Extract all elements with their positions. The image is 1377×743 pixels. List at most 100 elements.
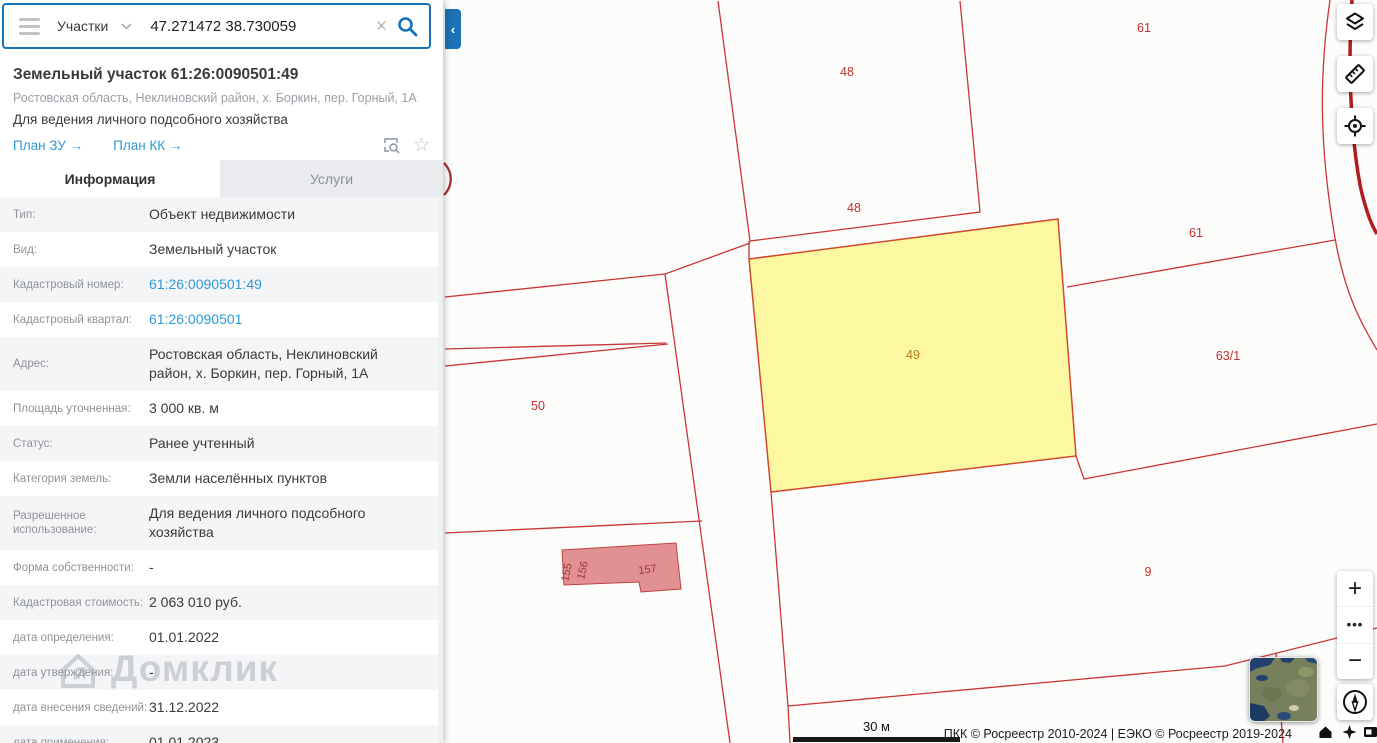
layers-button[interactable] [1337, 4, 1373, 40]
scale-bar [793, 737, 960, 742]
parcel-number-label: 48 [847, 201, 861, 215]
info-row: Категория земель: Земли населённых пункто… [0, 461, 443, 496]
layers-icon [1346, 12, 1364, 30]
info-row-label: Форма собственности: [13, 561, 134, 574]
collapse-arrow-icon: ‹ [450, 21, 456, 37]
info-row-label: Кадастровый квартал: [13, 313, 132, 326]
fullscreen-icon [1364, 727, 1377, 737]
info-row-value-link[interactable]: 61:26:0090501:49 [149, 275, 430, 294]
info-row: Тип: Объект недвижимости [0, 197, 443, 232]
tab-bar: Информация Услуги [0, 160, 443, 197]
info-row: дата утверждения: - [0, 655, 443, 690]
zoom-menu-button[interactable]: ••• [1337, 606, 1373, 642]
info-row: Площадь уточненная: 3 000 кв. м [0, 391, 443, 426]
ruler-icon [1345, 64, 1365, 84]
compass-button[interactable] [1337, 684, 1373, 720]
parcel-number-label: 48 [840, 65, 854, 79]
locate-button[interactable] [1342, 725, 1357, 739]
info-row: дата внесения сведений: 31.12.2022 [0, 690, 443, 725]
info-row-label: дата определения: [13, 631, 114, 644]
info-sidebar: Участки × Земельный участок 61:26:009050… [0, 0, 443, 743]
info-row-value: 01.01.2022 [149, 629, 220, 645]
object-usage: Для ведения личного подсобного хозяйства [13, 112, 288, 127]
info-row-value: Ростовская область, Неклиновский район, … [149, 346, 378, 381]
object-summary: Земельный участок 61:26:0090501:49 Росто… [0, 55, 443, 155]
info-row-value: 2 063 010 руб. [149, 594, 242, 610]
info-row-value-link[interactable]: 61:26:0090501 [149, 310, 430, 329]
app-window: 48 61 48 61 49 63/1 50 9 155 156 157 + •… [0, 0, 1377, 743]
info-row-value: Для ведения личного подсобного хозяйства [149, 505, 366, 540]
sidebar-collapse-button[interactable]: ‹ [445, 9, 461, 49]
menu-icon[interactable] [19, 14, 40, 39]
info-row-label: Кадастровая стоимость: [13, 596, 144, 609]
info-row-value: Объект недвижимости [149, 206, 296, 222]
tab-services[interactable]: Услуги [220, 160, 443, 197]
search-input[interactable] [148, 16, 349, 36]
overview-minimap[interactable] [1249, 657, 1318, 722]
clear-search-icon[interactable]: × [372, 17, 391, 36]
home-icon [1319, 726, 1332, 738]
parcel-number-label: 49 [906, 348, 920, 362]
info-row-label: дата применения: [13, 736, 109, 743]
position-target-icon [1344, 115, 1366, 137]
info-row: дата определения: 01.01.2022 [0, 620, 443, 655]
info-row: дата применения: 01.01.2023 [0, 725, 443, 743]
parcel-number-label: 63/1 [1216, 349, 1240, 363]
favorite-star-icon[interactable]: ☆ [413, 136, 430, 155]
zoom-in-button[interactable]: + [1337, 571, 1373, 606]
info-row-label: Категория земель: [13, 472, 112, 485]
info-row-label: Адрес: [13, 358, 50, 370]
info-row-label: дата утверждения: [13, 666, 114, 679]
scale-label: 30 м [862, 719, 890, 734]
info-row-value: 3 000 кв. м [149, 400, 219, 416]
search-category-select[interactable]: Участки [57, 18, 108, 34]
info-row: Адрес: Ростовская область, Неклиновский р… [0, 337, 443, 391]
chevron-down-icon[interactable] [121, 22, 132, 30]
tab-information[interactable]: Информация [0, 160, 220, 197]
info-row-label: Площадь уточненная: [13, 402, 131, 415]
home-button[interactable] [1318, 725, 1333, 739]
sidebar-scrollbar[interactable] [438, 197, 443, 743]
info-row-value: Ранее учтенный [149, 435, 255, 451]
zoom-control: + ••• − [1337, 571, 1373, 679]
parcel-number-label: 50 [531, 399, 545, 413]
info-row-label: дата внесения сведений: [13, 701, 148, 714]
object-title: Земельный участок 61:26:0090501:49 [13, 66, 299, 83]
info-row-value: Земли населённых пунктов [149, 470, 328, 486]
crosshair-icon [1342, 725, 1357, 739]
plan-links-row: План ЗУ → План КК → ☆ [13, 136, 430, 155]
zoom-out-button[interactable]: − [1337, 642, 1373, 679]
parcel-number-label: 9 [1145, 565, 1152, 579]
info-row: Кадастровый номер: 61:26:0090501:49 [0, 267, 443, 302]
minimap-satellite-image [1250, 658, 1317, 721]
parcel-number-label: 61 [1137, 21, 1151, 35]
info-row-value: 31.12.2022 [149, 699, 220, 715]
compass-icon [1343, 690, 1367, 714]
plan-zu-link[interactable]: План ЗУ → [13, 138, 83, 153]
info-row-label: Статус: [13, 437, 53, 450]
map-attribution: ПКК © Росреестр 2010-2024 | ЕЭКО © Росре… [943, 727, 1292, 741]
info-row-value: - [149, 664, 154, 680]
info-row: Разрешенное использование: Для ведения ли… [0, 496, 443, 550]
info-row: Кадастровая стоимость: 2 063 010 руб. [0, 585, 443, 620]
object-actions: ☆ [383, 136, 430, 155]
info-row: Статус: Ранее учтенный [0, 426, 443, 461]
attributes-table: Тип: Объект недвижимости Вид: Земельный уча… [0, 197, 443, 743]
info-row-label: Вид: [13, 243, 37, 256]
info-row: Кадастровый квартал: 61:26:0090501 [0, 302, 443, 337]
info-row-label: Тип: [13, 208, 36, 221]
zoom-to-object-icon[interactable] [383, 137, 401, 155]
search-icon[interactable] [397, 16, 418, 37]
search-bar: Участки × [2, 3, 431, 49]
parcel-number-label: 61 [1189, 226, 1203, 240]
parcel-number-label: 157 [638, 563, 658, 577]
object-address: Ростовская область, Неклиновский район, … [13, 91, 417, 105]
my-position-button[interactable] [1337, 108, 1373, 144]
measure-button[interactable] [1337, 56, 1373, 92]
info-row: Форма собственности: - [0, 550, 443, 585]
plan-kk-link[interactable]: План КК → [113, 138, 182, 153]
info-row-label: Разрешенное использование: [13, 510, 97, 536]
info-row-value: Земельный участок [149, 241, 277, 257]
info-row-value: 01.01.2023 [149, 734, 220, 743]
fullscreen-button[interactable] [1363, 725, 1377, 739]
